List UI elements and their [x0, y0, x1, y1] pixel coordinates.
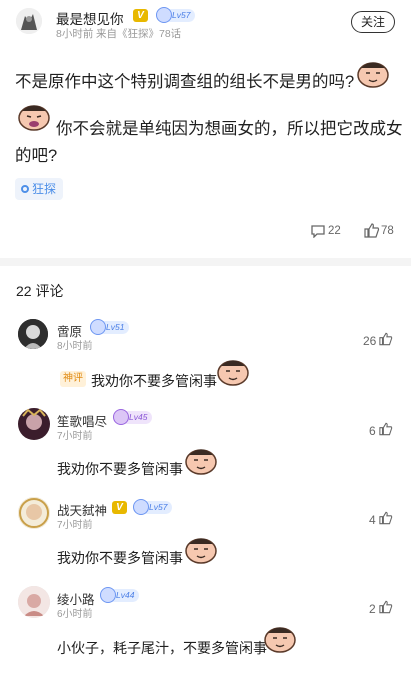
topic-tag[interactable]: 狂探 [15, 178, 64, 200]
level-icon [156, 7, 172, 23]
comment-icon[interactable] [310, 224, 326, 239]
post-source[interactable]: 来自《狂探》78话 [96, 26, 181, 41]
post-line-2: 你不会就是单纯因为想画女的，所以把它改成女 [56, 120, 403, 138]
comment-time: 7小时前 [57, 431, 93, 442]
top-comment-badge: 神评 [60, 371, 86, 387]
comment-text: 小伙子，耗子尾汁，不要多管闲事 [57, 640, 267, 656]
comments-header: 22 评论 [16, 283, 64, 299]
comment-avatar[interactable] [18, 319, 48, 349]
thumb-up-icon[interactable] [364, 223, 380, 238]
post-time: 8小时前 [56, 28, 94, 40]
vip-badge: V [133, 9, 148, 22]
post-line-3: 的吧? [15, 147, 58, 165]
author-name[interactable]: 最是想见你 [56, 8, 124, 28]
comment-avatar[interactable] [18, 586, 50, 618]
tag-dot-icon [21, 185, 29, 193]
level-icon [90, 319, 106, 335]
sticker-emoji [16, 100, 52, 132]
comment-like-count: 26 [363, 334, 377, 348]
thumb-up-icon[interactable] [379, 511, 393, 530]
author-level-badge: Lv57 [156, 7, 196, 23]
post-comment-count: 22 [328, 225, 341, 237]
sticker-emoji [183, 444, 219, 476]
comment-like-count: 6 [369, 424, 376, 438]
comment-avatar[interactable] [18, 497, 50, 529]
comment-time: 8小时前 [57, 341, 93, 352]
comment-avatar[interactable] [18, 408, 50, 440]
comment-text: 我劝你不要多管闲事 [91, 373, 217, 389]
section-divider [0, 258, 411, 266]
thumb-up-icon[interactable] [379, 600, 393, 619]
post-like-count: 78 [381, 225, 394, 237]
comment-time: 6小时前 [57, 609, 93, 620]
follow-button[interactable]: 关注 [351, 11, 395, 33]
vip-badge: V [112, 501, 127, 514]
comment-like-count: 2 [369, 602, 376, 616]
level-icon [113, 409, 129, 425]
sticker-emoji [262, 622, 298, 654]
comment-time: 7小时前 [57, 520, 93, 531]
author-avatar[interactable] [16, 8, 42, 34]
post-line-1: 不是原作中这个特别调查组的组长不是男的吗? [15, 73, 355, 91]
comment-level-badge: Lv51 [90, 319, 130, 335]
comment-level-badge: Lv57 [133, 499, 173, 515]
level-icon [133, 499, 149, 515]
sticker-emoji [183, 533, 219, 565]
thumb-up-icon[interactable] [379, 422, 393, 441]
comment-level-badge: Lv45 [113, 409, 153, 425]
comment-text: 我劝你不要多管闲事 [57, 461, 183, 477]
thumb-up-icon[interactable] [379, 332, 393, 351]
comment-text: 我劝你不要多管闲事 [57, 550, 183, 566]
level-icon [100, 587, 116, 603]
comment-like-count: 4 [369, 513, 376, 527]
sticker-emoji [355, 57, 391, 89]
sticker-emoji [215, 355, 251, 387]
comment-level-badge: Lv44 [100, 587, 140, 603]
